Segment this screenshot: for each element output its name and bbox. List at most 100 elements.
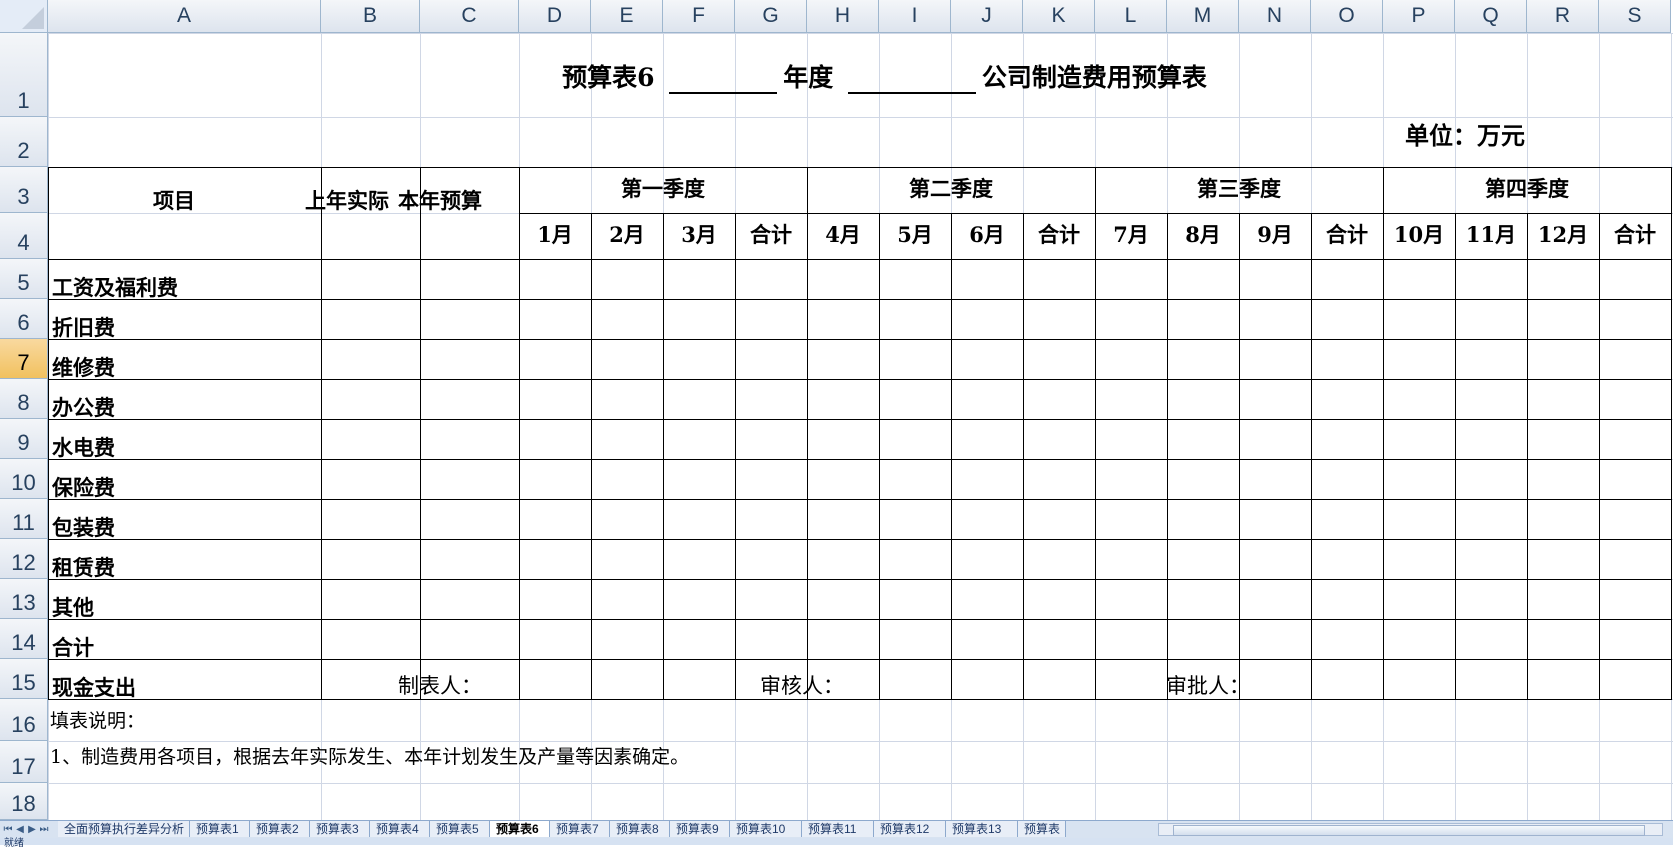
column-header[interactable]: I bbox=[879, 0, 951, 33]
column-header[interactable]: Q bbox=[1455, 0, 1527, 33]
scrollbar-thumb[interactable] bbox=[1173, 825, 1645, 836]
header-last-year: 上年实际 bbox=[305, 188, 389, 213]
sheet-tab[interactable]: 预算表1 bbox=[190, 821, 250, 837]
row-header[interactable]: 10 bbox=[0, 459, 48, 499]
row-header[interactable]: 15 bbox=[0, 659, 48, 699]
item-label: 工资及福利费 bbox=[52, 275, 178, 300]
column-header[interactable]: P bbox=[1383, 0, 1455, 33]
sheet-tab[interactable]: 预算表7 bbox=[550, 821, 610, 837]
reviewer-label: 审核人： bbox=[760, 674, 844, 698]
sheet-tab[interactable]: 预算表6 bbox=[490, 821, 550, 837]
sheet-tab[interactable]: 预算表4 bbox=[370, 821, 430, 837]
next-sheet-icon[interactable]: ▶ bbox=[26, 822, 38, 837]
column-header[interactable]: K bbox=[1023, 0, 1095, 33]
row-header[interactable]: 13 bbox=[0, 579, 48, 619]
header-this-year: 本年预算 bbox=[398, 188, 482, 213]
horizontal-scrollbar[interactable] bbox=[1158, 823, 1663, 836]
last-sheet-icon[interactable]: ⏭ bbox=[38, 822, 50, 837]
sheet-tab[interactable]: 预算表 bbox=[1018, 821, 1066, 837]
row-header[interactable]: 16 bbox=[0, 699, 48, 741]
item-label: 合计 bbox=[52, 635, 94, 660]
item-label: 其他 bbox=[52, 595, 94, 620]
row-header[interactable]: 7 bbox=[0, 339, 48, 379]
column-header[interactable]: M bbox=[1167, 0, 1239, 33]
month-header: 4月 bbox=[825, 222, 861, 247]
quarter-header: 第四季度 bbox=[1485, 176, 1569, 201]
item-label: 保险费 bbox=[52, 475, 115, 500]
column-header[interactable]: J bbox=[951, 0, 1023, 33]
column-header[interactable]: B bbox=[321, 0, 420, 33]
row-header[interactable]: 18 bbox=[0, 783, 48, 820]
status-bar: 就绪 bbox=[0, 838, 1673, 849]
sheet-tab[interactable]: 预算表2 bbox=[250, 821, 310, 837]
month-header: 1月 bbox=[537, 222, 573, 247]
status-text: 就绪 bbox=[4, 838, 24, 849]
company-blank bbox=[847, 68, 976, 94]
row-header[interactable]: 3 bbox=[0, 167, 48, 213]
title-prefix: 预算表6 bbox=[562, 63, 655, 92]
row-header[interactable]: 4 bbox=[0, 213, 48, 259]
sheet-title: 预算表6 年度 公司制造费用预算表 bbox=[48, 58, 1673, 94]
item-label: 水电费 bbox=[52, 435, 115, 460]
column-header[interactable]: L bbox=[1095, 0, 1167, 33]
month-header: 6月 bbox=[969, 222, 1005, 247]
row-header[interactable]: 6 bbox=[0, 299, 48, 339]
column-header[interactable]: N bbox=[1239, 0, 1311, 33]
sheet-tab[interactable]: 预算表11 bbox=[802, 821, 874, 837]
sheet-tab[interactable]: 预算表13 bbox=[946, 821, 1018, 837]
month-header: 7月 bbox=[1113, 222, 1149, 247]
sheet-tab[interactable]: 全面预算执行差异分析 bbox=[58, 821, 190, 837]
approver-label: 审批人： bbox=[1166, 674, 1250, 698]
column-header[interactable]: F bbox=[663, 0, 735, 33]
item-label: 租赁费 bbox=[52, 555, 115, 580]
quarter-header: 第三季度 bbox=[1197, 176, 1281, 201]
notes-line-1: 1、制造费用各项目，根据去年实际发生、本年计划发生及产量等因素确定。 bbox=[50, 746, 690, 768]
column-header[interactable]: R bbox=[1527, 0, 1599, 33]
column-header[interactable]: C bbox=[420, 0, 519, 33]
column-header[interactable]: S bbox=[1599, 0, 1671, 33]
month-header: 合计 bbox=[750, 222, 792, 247]
item-label: 办公费 bbox=[52, 395, 115, 420]
month-header: 合计 bbox=[1326, 222, 1368, 247]
column-header[interactable]: H bbox=[807, 0, 879, 33]
row-header[interactable]: 14 bbox=[0, 619, 48, 659]
unit-label: 单位：万元 bbox=[1405, 121, 1525, 150]
row-header[interactable]: 1 bbox=[0, 33, 48, 117]
month-header: 3月 bbox=[681, 222, 717, 247]
quarter-header: 第一季度 bbox=[621, 176, 705, 201]
item-label: 维修费 bbox=[52, 355, 115, 380]
title-suffix: 公司制造费用预算表 bbox=[981, 63, 1207, 92]
row-header[interactable]: 2 bbox=[0, 117, 48, 167]
month-header: 8月 bbox=[1185, 222, 1221, 247]
month-header: 11月 bbox=[1465, 222, 1517, 247]
month-header: 合计 bbox=[1614, 222, 1656, 247]
column-header[interactable]: O bbox=[1311, 0, 1383, 33]
select-all-corner[interactable] bbox=[0, 0, 48, 33]
sheet-tab[interactable]: 预算表12 bbox=[874, 821, 946, 837]
header-item: 项目 bbox=[153, 188, 195, 213]
row-header[interactable]: 5 bbox=[0, 259, 48, 299]
month-header: 2月 bbox=[609, 222, 645, 247]
month-header: 12月 bbox=[1537, 222, 1589, 247]
row-header[interactable]: 12 bbox=[0, 539, 48, 579]
year-blank bbox=[669, 68, 778, 94]
column-header[interactable]: G bbox=[735, 0, 807, 33]
row-header[interactable]: 9 bbox=[0, 419, 48, 459]
title-year-label: 年度 bbox=[783, 63, 834, 92]
row-header[interactable]: 8 bbox=[0, 379, 48, 419]
month-header: 10月 bbox=[1393, 222, 1445, 247]
quarter-header: 第二季度 bbox=[909, 176, 993, 201]
sheet-tab[interactable]: 预算表3 bbox=[310, 821, 370, 837]
month-header: 5月 bbox=[897, 222, 933, 247]
row-header[interactable]: 17 bbox=[0, 741, 48, 783]
sheet-tab[interactable]: 预算表10 bbox=[730, 821, 802, 837]
sheet-tab[interactable]: 预算表8 bbox=[610, 821, 670, 837]
sheet-tab[interactable]: 预算表9 bbox=[670, 821, 730, 837]
sheet-tab[interactable]: 预算表5 bbox=[430, 821, 490, 837]
column-header[interactable]: A bbox=[48, 0, 321, 33]
row-header[interactable]: 11 bbox=[0, 499, 48, 539]
column-header[interactable]: E bbox=[591, 0, 663, 33]
item-label: 包装费 bbox=[52, 515, 115, 540]
column-header[interactable]: D bbox=[519, 0, 591, 33]
worksheet-grid[interactable]: ABCDEFGHIJKLMNOPQRS 1 2 3 4 5 6 7 8 9 10 11 12 13 14 1… bbox=[0, 0, 1673, 820]
